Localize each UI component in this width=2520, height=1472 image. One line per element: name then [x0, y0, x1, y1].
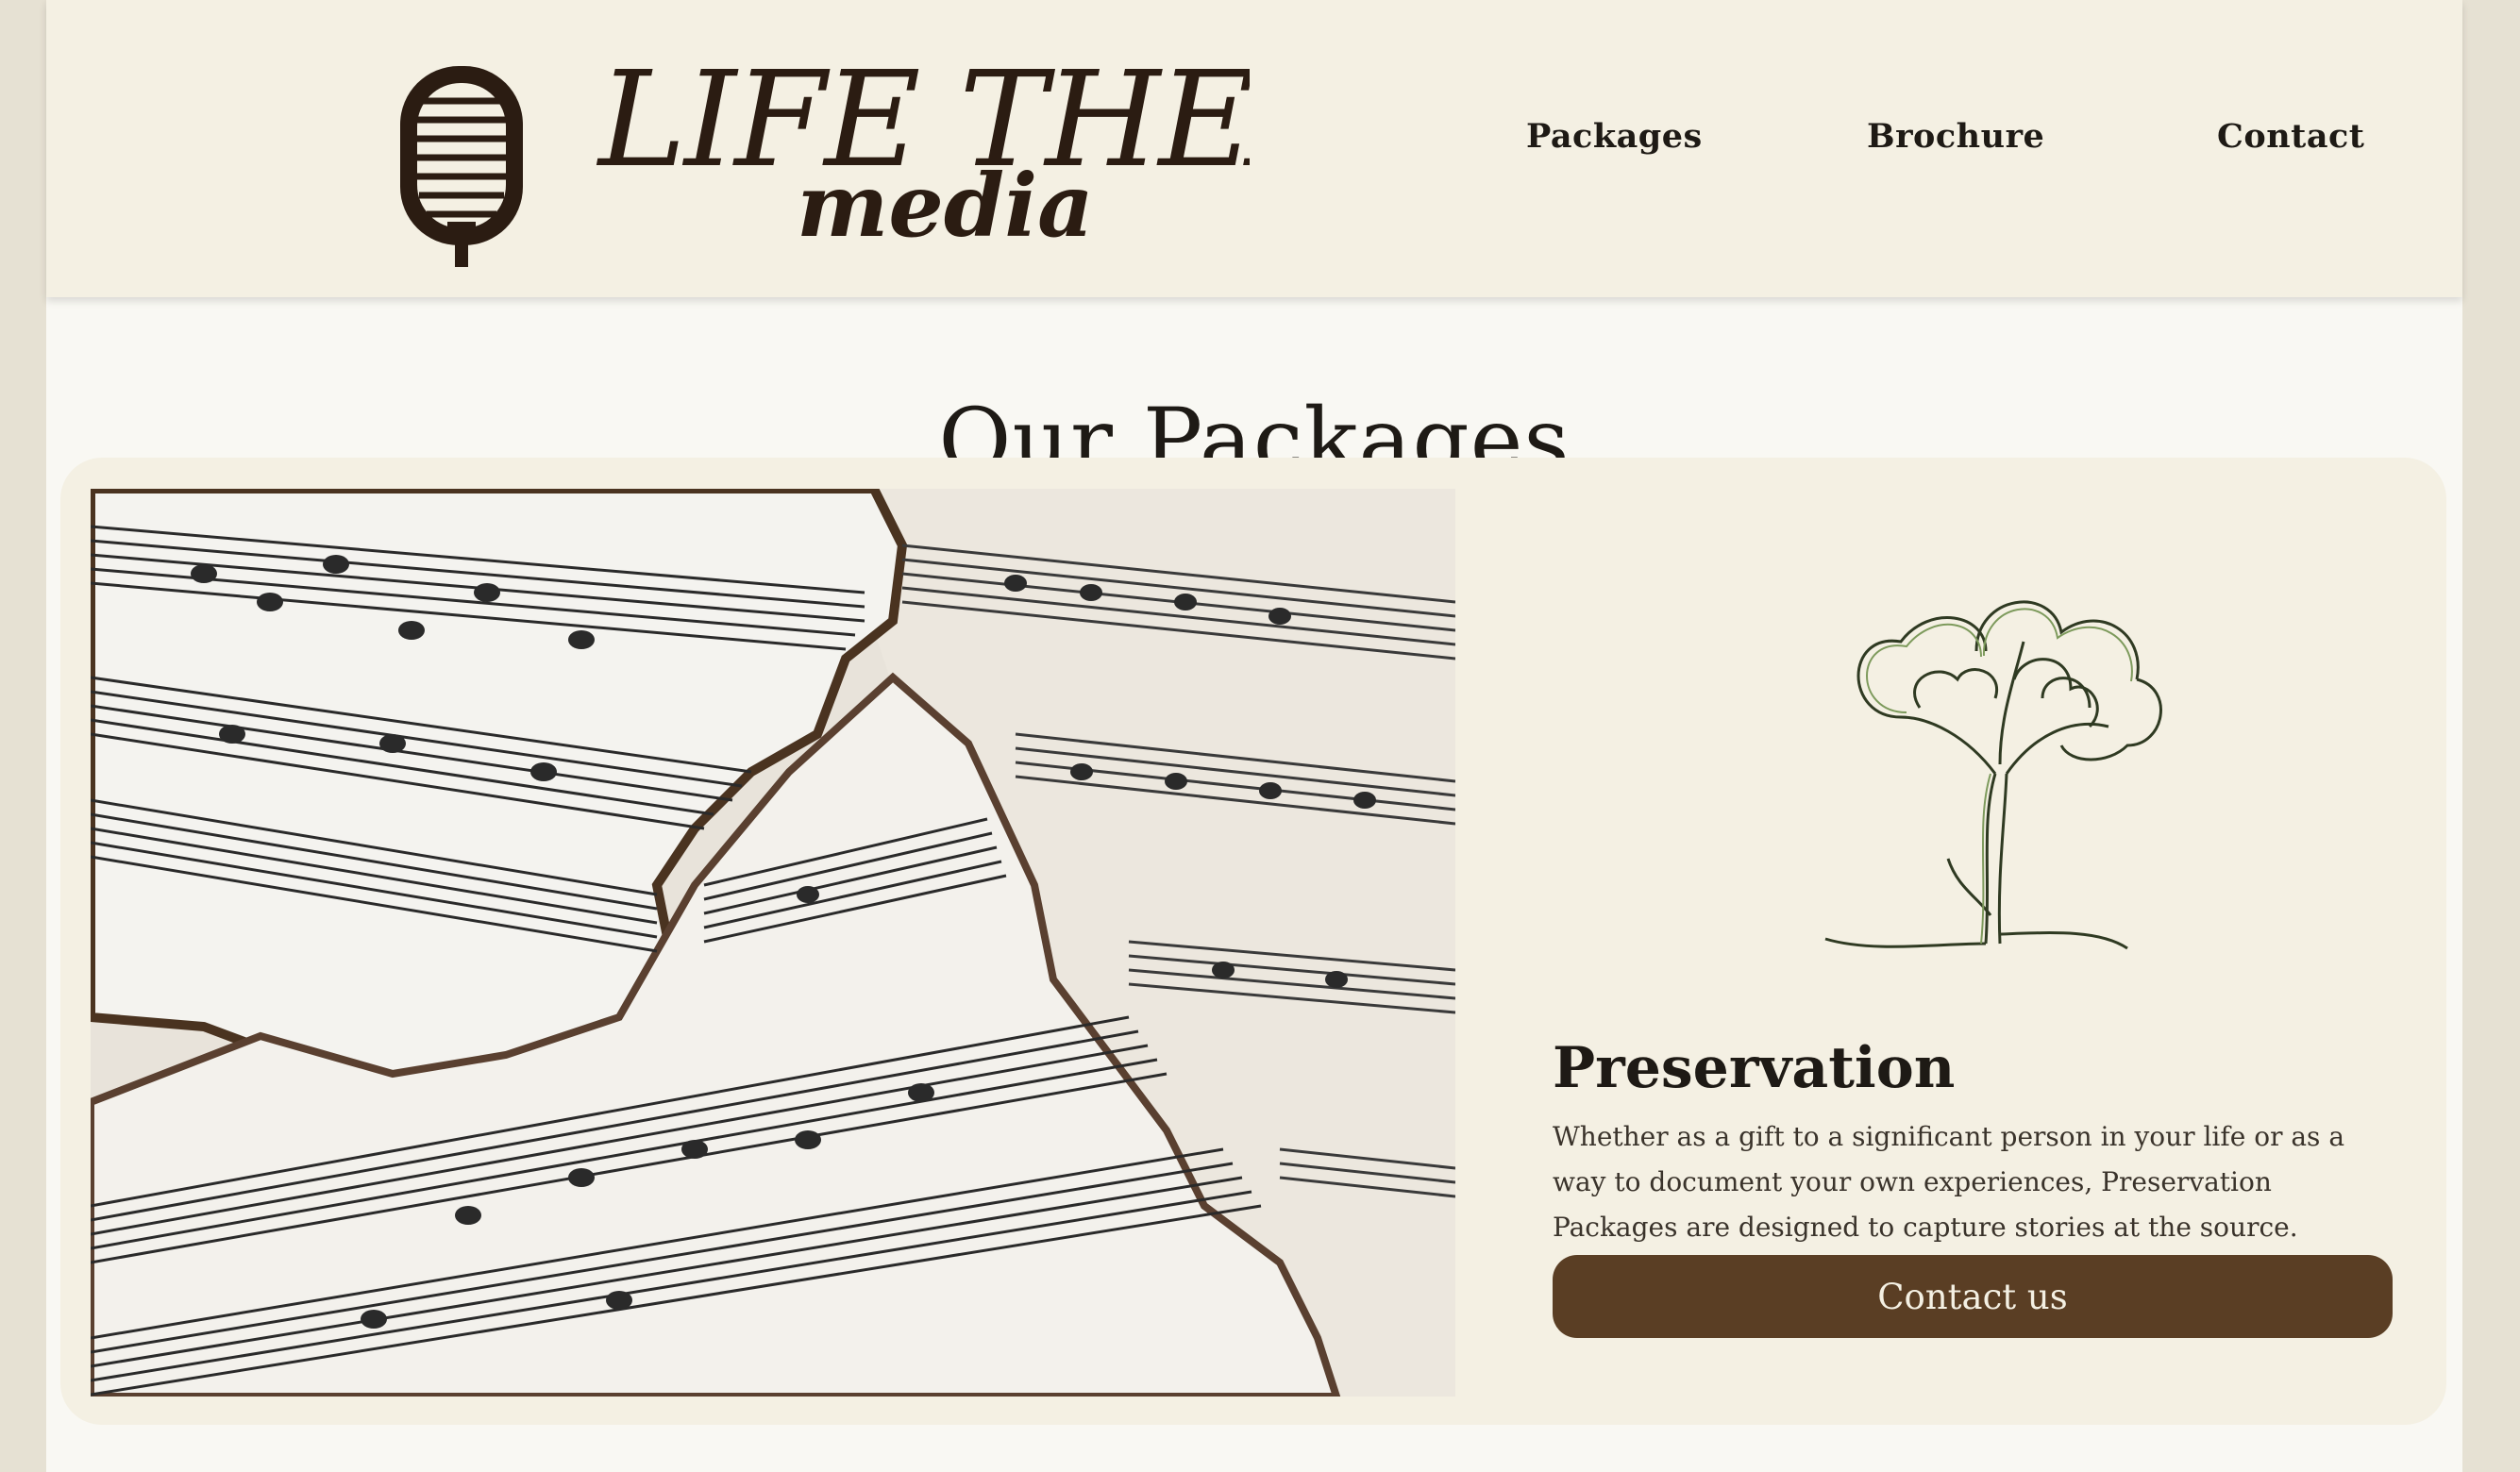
site-logo[interactable]: LIFE THEATER media: [344, 14, 1250, 269]
nav-contact[interactable]: Contact: [2217, 117, 2364, 156]
contact-us-button[interactable]: Contact us: [1553, 1255, 2393, 1338]
sheet-music-image: [91, 489, 1455, 1397]
page: LIFE THEATER media Packages Brochure Con…: [46, 0, 2462, 1472]
nav-packages[interactable]: Packages: [1526, 117, 1703, 156]
package-title: Preservation: [1553, 1034, 1956, 1101]
package-card: Preservation Whether as a gift to a sign…: [60, 458, 2446, 1425]
site-header: LIFE THEATER media Packages Brochure Con…: [46, 0, 2462, 297]
nav-brochure[interactable]: Brochure: [1867, 117, 2044, 156]
microphone-icon: [400, 66, 523, 267]
logo-subtext: media: [797, 155, 1094, 257]
tree-icon: [1824, 600, 2162, 950]
package-description: Whether as a gift to a significant perso…: [1553, 1121, 2345, 1243]
